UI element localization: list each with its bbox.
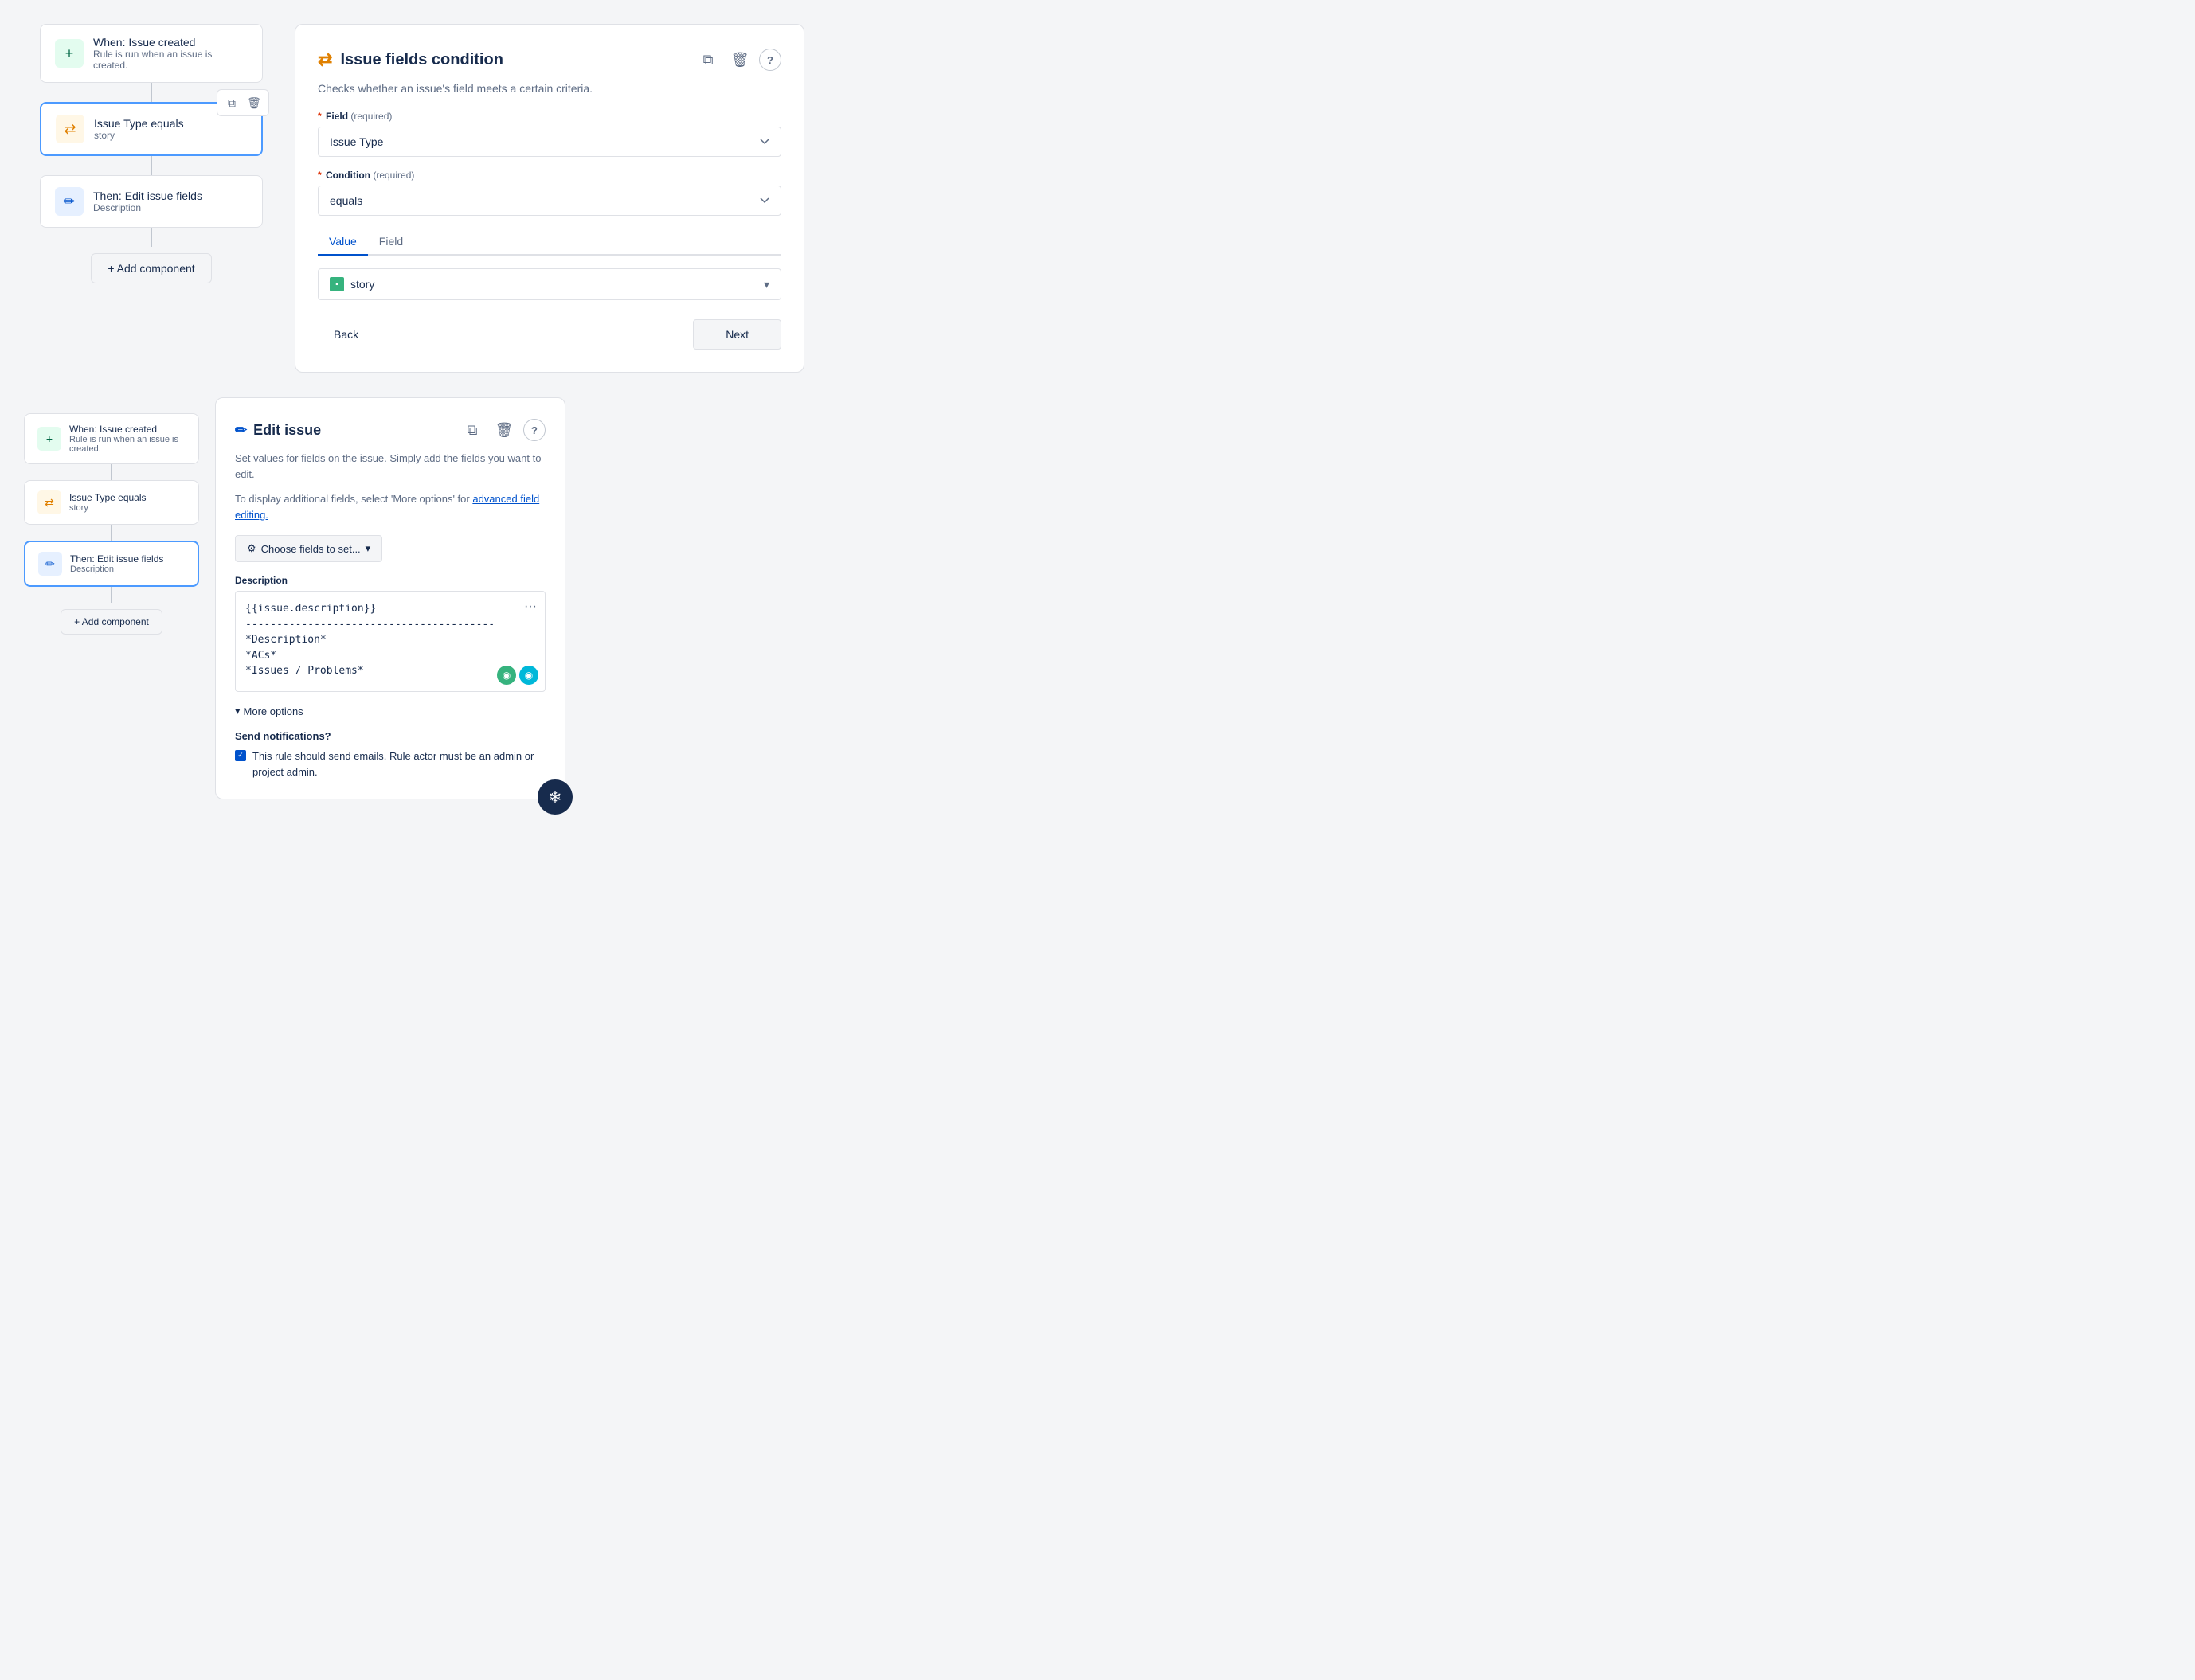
action-icon: ✏ [55, 187, 84, 216]
bottom-action-icon: ✏ [38, 552, 62, 576]
bottom-trigger-title: When: Issue created [69, 424, 186, 435]
story-select[interactable]: ▪ story ▾ [318, 268, 781, 300]
condition-section: * Condition (required) equals [318, 170, 781, 229]
value-field-tabs: Value Field [318, 229, 781, 256]
action-subtitle: Description [93, 202, 202, 213]
edit-panel-icon: ✏ [235, 422, 247, 439]
panel-footer: Back Next [318, 319, 781, 350]
story-select-wrapper: ▪ story ▾ [318, 268, 781, 300]
description-textarea-wrapper: {{issue.description}} ------------------… [235, 591, 546, 692]
edit-panel-header: ✏ Edit issue ⧉ 🗑 ? [235, 417, 546, 443]
condition-description: Checks whether an issue's field meets a … [318, 82, 781, 95]
node-actions: ⧉ 🗑 [217, 89, 269, 116]
panel-toolbar: ⧉ 🗑 ? [695, 47, 781, 72]
bottom-trigger-icon: + [37, 427, 61, 451]
back-button[interactable]: Back [318, 322, 374, 347]
condition-panel: ⇄ Issue fields condition ⧉ 🗑 ? Checks wh… [295, 24, 804, 373]
bottom-condition-subtitle: story [69, 503, 147, 513]
tab-value[interactable]: Value [318, 229, 368, 256]
condition-label: * Condition (required) [318, 170, 781, 181]
choose-fields-button[interactable]: ⚙ Choose fields to set... ▾ [235, 535, 382, 562]
edit-note: To display additional fields, select 'Mo… [235, 491, 546, 522]
panel-copy-button[interactable]: ⧉ [695, 47, 721, 72]
bottom-add-component-button[interactable]: + Add component [61, 609, 162, 635]
bottom-node-trigger[interactable]: + When: Issue created Rule is run when a… [24, 413, 199, 464]
edit-delete-button[interactable]: 🗑 [491, 417, 517, 443]
top-workflow-panel: + When: Issue created Rule is run when a… [24, 24, 279, 283]
notification-checkbox-row: ✓ This rule should send emails. Rule act… [235, 748, 546, 779]
condition-icon: ⇄ [56, 115, 84, 143]
connector-3 [151, 228, 152, 247]
bottom-action-title: Then: Edit issue fields [70, 553, 163, 565]
notification-text: This rule should send emails. Rule actor… [252, 748, 546, 779]
action-title: Then: Edit issue fields [93, 189, 202, 202]
chevron-icon: ▾ [235, 705, 241, 717]
send-notifications-label: Send notifications? [235, 730, 546, 742]
panel-delete-button[interactable]: 🗑 [727, 47, 753, 72]
trigger-subtitle: Rule is run when an issue is created. [93, 49, 248, 71]
story-icon: ▪ [330, 277, 344, 291]
snowflake-avatar: ❄ [538, 779, 573, 815]
bottom-connector-3 [111, 587, 112, 603]
connector-2 [151, 156, 152, 175]
condition-panel-header: ⇄ Issue fields condition ⧉ 🗑 ? [318, 47, 781, 72]
edit-panel-toolbar: ⧉ 🗑 ? [460, 417, 546, 443]
bottom-action-subtitle: Description [70, 565, 163, 574]
workflow-node-condition[interactable]: ⧉ 🗑 ⇄ Issue Type equals story [40, 102, 263, 156]
edit-description: Set values for fields on the issue. Simp… [235, 451, 546, 482]
condition-panel-icon: ⇄ [318, 49, 332, 70]
copy-node-button[interactable]: ⧉ [222, 93, 241, 112]
panel-help-button[interactable]: ? [759, 49, 781, 71]
bottom-node-action[interactable]: ✏ Then: Edit issue fields Description [24, 541, 199, 587]
chevron-down-icon: ▾ [366, 542, 371, 555]
connector-1 [151, 83, 152, 102]
edit-panel: ✏ Edit issue ⧉ 🗑 ? Set values for fields… [215, 397, 565, 799]
description-field-label: Description [235, 575, 546, 586]
bottom-connector-1 [111, 464, 112, 480]
gear-icon: ⚙ [247, 542, 256, 555]
condition-subtitle: story [94, 130, 184, 141]
trigger-icon: + [55, 39, 84, 68]
notification-checkbox[interactable]: ✓ [235, 750, 246, 761]
textarea-menu-button[interactable]: ··· [524, 600, 537, 614]
condition-title: Issue Type equals [94, 117, 184, 130]
textarea-footer-icons: ◉ ◉ [497, 666, 538, 685]
edit-copy-button[interactable]: ⧉ [460, 417, 485, 443]
workflow-node-action[interactable]: ✏ Then: Edit issue fields Description [40, 175, 263, 228]
more-options-toggle[interactable]: ▾ More options [235, 705, 546, 717]
workflow-node-trigger[interactable]: + When: Issue created Rule is run when a… [40, 24, 263, 83]
edit-panel-title: ✏ Edit issue [235, 422, 321, 439]
bottom-node-condition[interactable]: ⇄ Issue Type equals story [24, 480, 199, 525]
bottom-condition-title: Issue Type equals [69, 492, 147, 503]
trigger-title: When: Issue created [93, 36, 248, 49]
edit-help-button[interactable]: ? [523, 419, 546, 441]
bottom-section: + When: Issue created Rule is run when a… [0, 389, 1098, 823]
chevron-down-icon: ▾ [764, 278, 769, 291]
field-section: * Field (required) Issue Type [318, 111, 781, 170]
tab-field[interactable]: Field [368, 229, 414, 256]
condition-panel-title: ⇄ Issue fields condition [318, 49, 503, 70]
bottom-workflow-panel: + When: Issue created Rule is run when a… [24, 397, 199, 635]
condition-select[interactable]: equals [318, 186, 781, 216]
add-component-button[interactable]: + Add component [91, 253, 211, 283]
field-label: * Field (required) [318, 111, 781, 122]
next-button[interactable]: Next [693, 319, 781, 350]
delete-node-button[interactable]: 🗑 [245, 93, 264, 112]
textarea-icon-green[interactable]: ◉ [497, 666, 516, 685]
bottom-trigger-subtitle: Rule is run when an issue is created. [69, 435, 186, 454]
field-select[interactable]: Issue Type [318, 127, 781, 157]
bottom-condition-icon: ⇄ [37, 490, 61, 514]
textarea-icon-teal[interactable]: ◉ [519, 666, 538, 685]
bottom-connector-2 [111, 525, 112, 541]
